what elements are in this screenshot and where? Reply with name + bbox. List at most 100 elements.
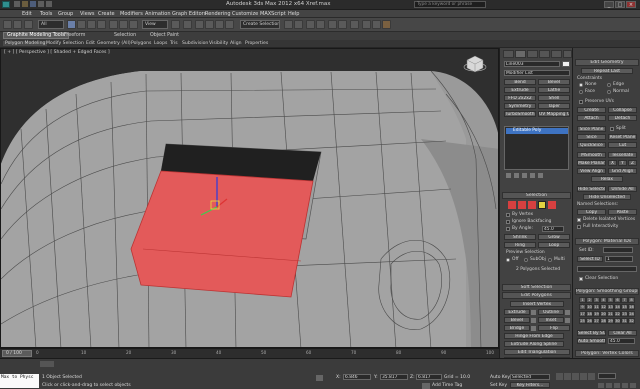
ribbon-edit[interactable]: Edit [86,41,95,46]
constraint-normal-radio[interactable] [607,90,611,94]
edit-polygons-rollout[interactable]: Edit Polygons [502,292,571,299]
element-level-icon[interactable] [548,201,556,209]
menu-create[interactable]: Create [98,11,115,17]
symmetry-button[interactable]: Symmetry [504,103,536,109]
hide-selected-button[interactable]: Hide Selected [577,186,606,192]
preview-subobj-radio[interactable] [524,258,528,262]
smoothing-group-button[interactable]: 19 [593,311,600,317]
undo-icon[interactable] [38,1,44,7]
outline-settings-icon[interactable] [565,310,570,315]
curve-editor-icon[interactable] [328,20,337,29]
orbit-icon[interactable] [622,383,628,388]
reset-plane-button[interactable]: Reset Plane [608,134,637,140]
make-unique-icon[interactable] [522,173,527,178]
tab-selection[interactable]: Selection [114,33,136,38]
shrink-button[interactable]: Shrink [504,234,536,240]
msmooth-button[interactable]: MSmooth [577,152,606,158]
ribbon-loops[interactable]: Loops [154,41,167,46]
slice-plane-button[interactable]: Slice Plane [577,126,606,132]
remove-modifier-icon[interactable] [530,173,535,178]
smoothing-group-button[interactable]: 21 [607,311,614,317]
graphite-toggle-icon[interactable] [316,20,325,29]
ribbon-geometry-all[interactable]: Geometry (All) [97,41,131,46]
ring-button[interactable]: Ring [504,242,536,248]
timeline[interactable]: 0 / 100 0 10 20 30 40 50 60 70 80 90 100 [0,348,499,358]
scale-icon[interactable] [129,20,138,29]
current-frame-field[interactable] [598,373,616,379]
smoothing-group-button[interactable]: 1 [579,297,586,303]
z-coord-field[interactable]: 6.817 [416,374,442,380]
minimize-button[interactable]: _ [604,1,614,8]
taper-button[interactable]: Taper [538,103,570,109]
lathe-button[interactable]: Lathe [538,87,570,93]
viewcube-icon[interactable] [463,55,487,73]
selection-filter-dropdown[interactable]: All [38,20,64,29]
detach-button[interactable]: Detach [608,115,637,121]
ribbon-polygon-modeling[interactable]: Polygon Modeling [3,41,48,46]
pivot-icon[interactable] [171,20,180,29]
menu-group[interactable]: Group [58,11,73,17]
by-vertex-checkbox[interactable] [506,213,510,217]
schematic-view-icon[interactable] [338,20,347,29]
planar-y-button[interactable]: Y [618,160,627,166]
planar-x-button[interactable]: X [608,160,617,166]
smoothing-group-button[interactable]: 27 [593,318,600,324]
quickslice-button[interactable]: QuickSlice [577,142,606,148]
select-object-icon[interactable] [67,20,76,29]
ribbon-tris[interactable]: Tris [170,41,178,46]
constraint-none-radio[interactable] [579,83,583,87]
slice-button[interactable]: Slice [577,134,606,140]
set-id-spinner[interactable] [603,247,633,253]
rectangular-selection-icon[interactable] [87,20,96,29]
menu-edit[interactable]: Edit [22,11,32,17]
smoothing-group-button[interactable]: 10 [586,304,593,310]
set-key-label[interactable]: Set Key [490,383,507,388]
lock-selection-icon[interactable] [316,375,323,381]
tessellate-button[interactable]: Tessellate [608,152,637,158]
smoothing-group-button[interactable]: 17 [579,311,586,317]
y-coord-field[interactable]: 35.817 [380,374,408,380]
align-icon[interactable] [294,20,303,29]
bevel-settings-icon[interactable] [531,318,536,323]
menu-customize[interactable]: Customize [232,11,258,17]
split-checkbox[interactable] [610,127,614,131]
tab-object-paint[interactable]: Object Paint [150,33,179,38]
clear-selection-checkbox[interactable] [579,277,583,281]
constraint-edge-radio[interactable] [607,83,611,87]
smoothing-group-button[interactable]: 4 [600,297,607,303]
show-end-result-icon[interactable] [514,173,519,178]
status-display-toggle[interactable] [40,361,54,367]
stack-item-editable-poly[interactable]: Editable Poly [506,128,568,134]
hinge-from-edge-button[interactable]: Hinge From Edge [504,333,564,339]
render-setup-icon[interactable] [362,20,371,29]
menu-animation[interactable]: Animation [145,11,171,17]
render-production-icon[interactable] [382,20,391,29]
extrude-along-spline-button[interactable]: Extrude Along Spline [504,341,564,347]
hide-unselected-button[interactable]: Hide Unselected [583,194,631,200]
smoothing-group-button[interactable]: 5 [607,297,614,303]
new-icon[interactable] [14,1,20,7]
modifier-list-dropdown[interactable]: Modifier List [504,70,570,76]
key-filters-button[interactable]: Key Filters... [510,382,550,388]
grid-align-button[interactable]: Grid Align [608,168,637,174]
smoothing-group-button[interactable]: 11 [593,304,600,310]
flip-button[interactable]: Flip [538,325,570,331]
tab-graphite-modeling-tools[interactable]: Graphite Modeling Tools [3,32,69,39]
smoothing-groups-rollout[interactable]: Polygon: Smoothing Groups [575,288,639,295]
material-ids-rollout[interactable]: Polygon: Material IDs [575,238,639,245]
tab-display-icon[interactable] [551,50,562,58]
selected-dropdown[interactable]: Selected [510,374,550,380]
menu-maxscript[interactable]: MAXScript [260,11,286,17]
open-icon[interactable] [22,1,28,7]
ribbon-polygons[interactable]: Polygons [131,41,151,46]
search-input[interactable]: Type a keyword or phrase [414,1,486,8]
smoothing-group-button[interactable]: 24 [628,311,635,317]
smoothing-group-button[interactable]: 18 [586,311,593,317]
auto-smooth-spinner[interactable]: 45.0 [608,338,635,344]
bevel-poly-button[interactable]: Bevel [504,317,530,323]
bridge-button[interactable]: Bridge [504,325,530,331]
time-slider[interactable]: 0 / 100 [2,350,32,357]
planar-z-button[interactable]: Z [628,160,637,166]
menu-views[interactable]: Views [80,11,94,17]
tab-hierarchy-icon[interactable] [527,50,538,58]
